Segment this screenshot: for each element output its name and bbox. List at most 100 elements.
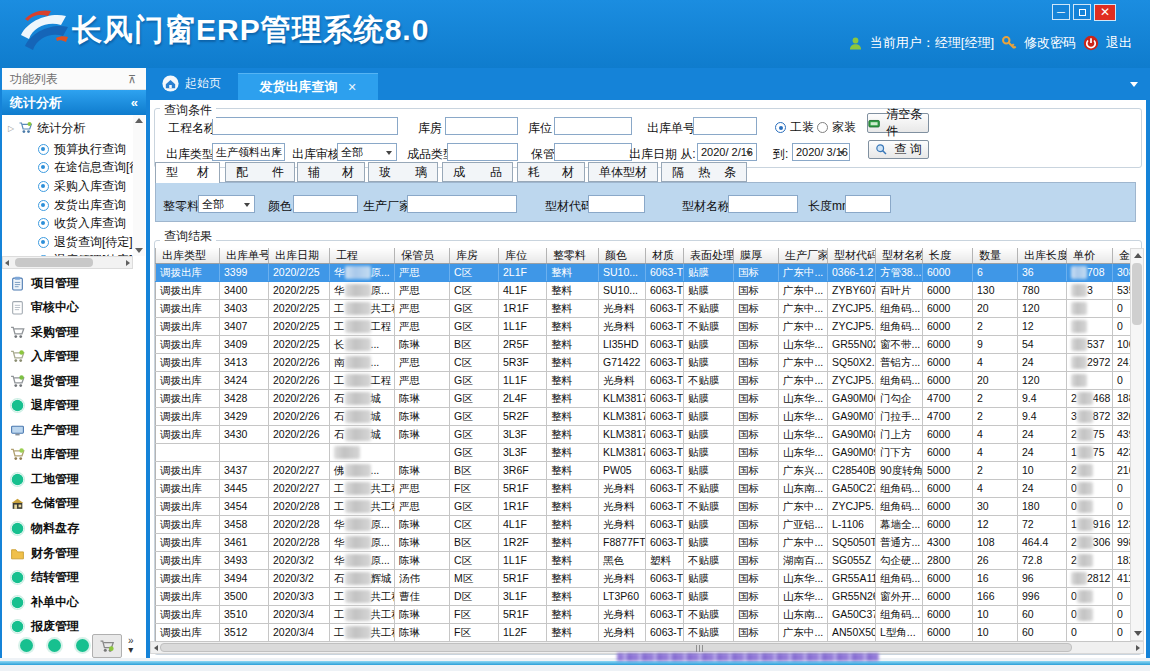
radio-home[interactable]: 家装: [817, 119, 856, 136]
sidebar-item-4[interactable]: 入库管理: [2, 345, 146, 369]
subtab-1[interactable]: 型材: [155, 162, 220, 183]
column-header[interactable]: 生产厂家: [779, 248, 828, 264]
tree-item[interactable]: 发货出库查询: [38, 196, 133, 215]
code-input[interactable]: [588, 195, 645, 213]
table-row[interactable]: 调拨出库35002020/3/3工共工程曹佳D区3L1F整料LT3P606063…: [156, 588, 1131, 606]
dot-icon[interactable]: [76, 639, 89, 652]
tree-item[interactable]: 退货查询[待定]: [38, 233, 133, 252]
whole-combo[interactable]: 全部: [198, 195, 255, 213]
warehouse-input[interactable]: [445, 117, 518, 135]
sidebar-item-12[interactable]: 财务管理: [2, 541, 146, 565]
tree-item[interactable]: 采购入库查询: [38, 177, 133, 196]
sidebar-item-6[interactable]: 退库管理: [2, 394, 146, 418]
subtab-5[interactable]: 成品: [442, 162, 513, 182]
overflow-chevron-icon[interactable]: »▾: [128, 636, 134, 654]
table-row[interactable]: 调拨出库34132020/2/26南...严思C区5R3F整料G71422606…: [156, 354, 1131, 372]
subtab-3[interactable]: 辅材: [297, 162, 365, 182]
table-row[interactable]: 调拨出库34932020/3/2华原...陈琳C区1L1F整料黑色塑料不贴膜国标…: [156, 552, 1131, 570]
subtab-4[interactable]: 玻璃: [368, 162, 438, 182]
sidebar-item-9[interactable]: 工地管理: [2, 467, 146, 491]
column-header[interactable]: 出库类型: [156, 248, 220, 264]
column-header[interactable]: 出库单号: [220, 248, 269, 264]
column-header[interactable]: 整零料: [547, 248, 599, 264]
column-header[interactable]: 库位: [499, 248, 547, 264]
column-header[interactable]: 库房: [450, 248, 499, 264]
radio-work[interactable]: 工装: [775, 119, 814, 136]
order-no-input[interactable]: [693, 117, 757, 135]
change-password-link[interactable]: 修改密码: [1024, 34, 1076, 52]
column-header[interactable]: 表面处理: [684, 248, 734, 264]
sidebar-item-3[interactable]: 采购管理: [2, 320, 146, 344]
pin-icon[interactable]: ⊼: [128, 68, 136, 90]
table-row[interactable]: 调拨出库34242020/2/26工工程严思G区1L1F整料光身料6063-T5…: [156, 372, 1131, 390]
tab-home[interactable]: 起始页: [162, 75, 221, 92]
length-input[interactable]: [845, 195, 891, 213]
tree-item[interactable]: 收货入库查询: [38, 214, 133, 233]
column-header[interactable]: 膜厚: [734, 248, 779, 264]
subtab-6[interactable]: 耗材: [517, 162, 585, 182]
column-header[interactable]: 工程: [330, 248, 395, 264]
column-header[interactable]: 型材名称: [876, 248, 923, 264]
cart-button[interactable]: [92, 634, 122, 658]
column-header[interactable]: 保管员: [395, 248, 450, 264]
table-row[interactable]: 调拨出库34002020/2/25华原...严思C区4L1F整料SU10...6…: [156, 282, 1131, 300]
search-button[interactable]: 查 询: [868, 140, 929, 159]
table-row[interactable]: 调拨出库35122020/3/4工共工程陈琳F区1L2F整料光身料6063-T5…: [156, 624, 1131, 642]
tree-root[interactable]: ▷ 统计分析: [8, 119, 85, 137]
table-row[interactable]: 调拨出库33992020/2/25华原...严思C区2L1F整料SU10...6…: [156, 264, 1131, 282]
audit-combo[interactable]: 全部: [337, 143, 397, 161]
tab-close-icon[interactable]: ✕: [347, 81, 356, 94]
collapse-icon[interactable]: «: [131, 90, 138, 115]
table-row[interactable]: 调拨出库34942020/3/2石辉城汤伟M区5R1F整料光身料6063-T5贴…: [156, 570, 1131, 588]
clear-button[interactable]: 清空条件: [867, 113, 929, 133]
date-from-combo[interactable]: 2020/ 2/16: [697, 143, 757, 161]
dot-icon[interactable]: [48, 639, 61, 652]
sidebar-item-11[interactable]: 物料盘存: [2, 517, 146, 541]
sidebar-item-10[interactable]: 仓储管理: [2, 492, 146, 516]
table-row[interactable]: 调拨出库34032020/2/25工共工程严思G区1R1F整料光身料6063-T…: [156, 300, 1131, 318]
sidebar-item-1[interactable]: 项目管理: [2, 271, 146, 295]
sidebar-item-13[interactable]: 结转管理: [2, 566, 146, 590]
table-row[interactable]: 调拨出库35102020/3/4工共工程陈琳F区5R1F整料光身料6063-T5…: [156, 606, 1131, 624]
tree-item[interactable]: 在途信息查询[待: [38, 159, 133, 178]
maximize-button[interactable]: [1073, 4, 1091, 20]
column-header[interactable]: 型材代码: [828, 248, 876, 264]
column-header[interactable]: 数量: [973, 248, 1018, 264]
sidebar-section-header[interactable]: 统计分析 «: [2, 90, 146, 115]
table-row[interactable]: 调拨出库34582020/2/28华原...陈琳C区4L1F整料光身料6063-…: [156, 516, 1131, 534]
column-header[interactable]: 材质: [646, 248, 684, 264]
tab-active[interactable]: 发货出库查询✕: [238, 73, 378, 100]
table-vscrollbar[interactable]: [1130, 248, 1144, 641]
location-input[interactable]: [554, 117, 632, 135]
minimize-button[interactable]: ─: [1052, 4, 1070, 20]
column-header[interactable]: 长度: [923, 248, 973, 264]
table-row[interactable]: 调拨出库34302020/2/26石城陈琳G区3L3F整料KLM38176063…: [156, 426, 1131, 444]
sidebar-item-5[interactable]: 退货管理: [2, 369, 146, 393]
table-row[interactable]: 调拨出库34612020/2/28华原...陈琳B区1R2F整料F8877FT6…: [156, 534, 1131, 552]
sidebar-item-7[interactable]: 生产管理: [2, 418, 146, 442]
column-header[interactable]: 出库日期: [269, 248, 330, 264]
tree-hscrollbar[interactable]: [2, 256, 133, 269]
dot-icon[interactable]: [20, 639, 33, 652]
table-row[interactable]: 调拨出库34292020/2/26石城陈琳G区5R2F整料KLM38176063…: [156, 408, 1131, 426]
product-type-input[interactable]: [447, 143, 518, 161]
table-row[interactable]: G区3L3F整料KLM38176063-T5贴膜国标山东华...GA90M09.…: [156, 444, 1131, 462]
table-row[interactable]: 调拨出库34282020/2/26石城陈琳G区2L4F整料KLM38176063…: [156, 390, 1131, 408]
close-button[interactable]: ✕: [1094, 4, 1116, 21]
table-row[interactable]: 调拨出库34092020/2/25长...陈琳B区2R5F整料LI35HD606…: [156, 336, 1131, 354]
column-header[interactable]: 出库长度: [1018, 248, 1067, 264]
color-input[interactable]: [293, 195, 358, 213]
subtab-8[interactable]: 隔热条: [661, 162, 747, 182]
column-header[interactable]: 颜色: [599, 248, 646, 264]
table-row[interactable]: 调拨出库34372020/2/27佛...陈琳B区3R6F整料PW056063-…: [156, 462, 1131, 480]
table-row[interactable]: 调拨出库34452020/2/27工共工程严思F区5R1F整料光身料6063-T…: [156, 480, 1131, 498]
column-header[interactable]: 金额: [1113, 248, 1131, 264]
project-name-input[interactable]: [212, 117, 398, 135]
logout-link[interactable]: 退出: [1106, 34, 1132, 52]
date-to-combo[interactable]: 2020/ 3/16: [792, 143, 850, 161]
sidebar-item-2[interactable]: 审核中心: [2, 296, 146, 320]
subtab-7[interactable]: 单体型材: [588, 162, 658, 182]
keeper-input[interactable]: [554, 143, 632, 161]
name-input[interactable]: [728, 195, 798, 213]
table-row[interactable]: 调拨出库34542020/2/28工共工程严思G区1R1F整料光身料6063-T…: [156, 498, 1131, 516]
